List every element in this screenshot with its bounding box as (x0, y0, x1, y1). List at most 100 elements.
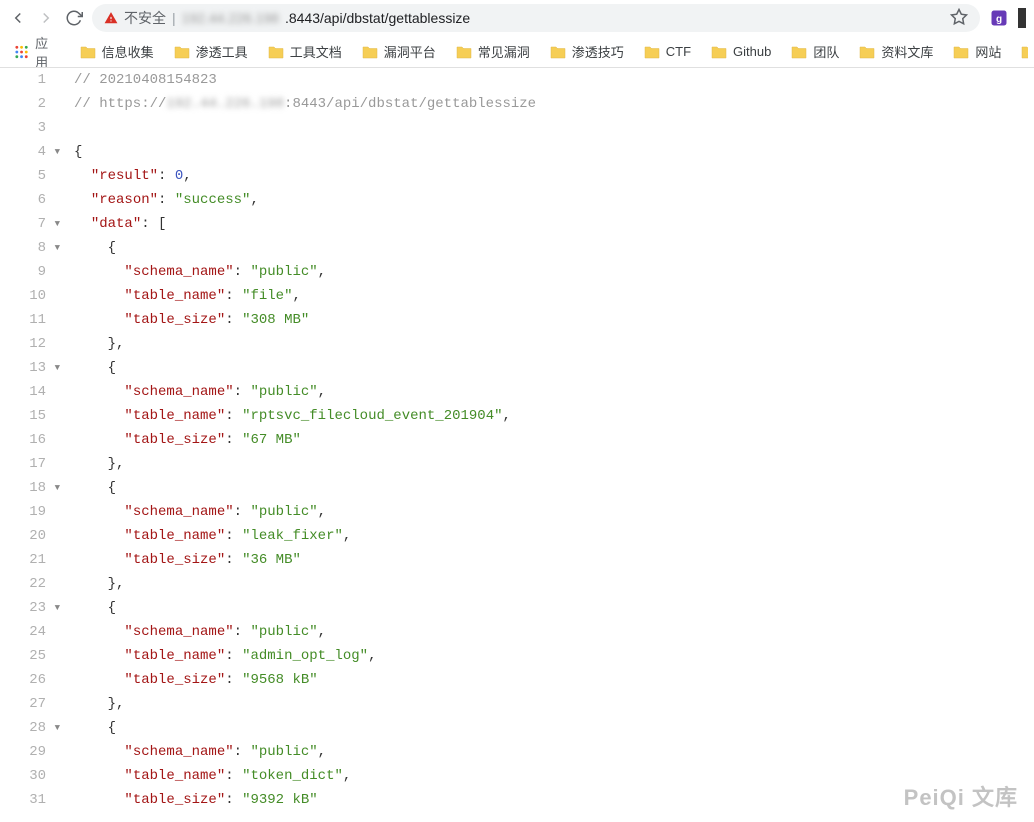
extension-icon[interactable]: g (988, 7, 1010, 29)
folder-icon (791, 45, 807, 59)
svg-text:g: g (996, 14, 1002, 25)
code-line: { (74, 596, 1034, 620)
code-line: "table_size": "9392 kB" (74, 788, 1034, 812)
bookmark-folder[interactable]: Github (703, 38, 779, 65)
apps-button[interactable]: 应用 (6, 36, 68, 68)
folder-icon (550, 45, 566, 59)
bookmark-folder[interactable]: 资料文库 (851, 38, 941, 65)
bookmark-label: 工具文档 (290, 42, 342, 61)
bookmark-label: 信息收集 (102, 42, 154, 61)
fold-toggle-icon[interactable]: ▼ (50, 476, 60, 500)
bookmark-folder[interactable]: CTF (636, 38, 699, 65)
bookmark-label: 资料文库 (881, 42, 933, 61)
line-number: 2 (0, 92, 60, 116)
bookmark-label: 漏洞平台 (384, 42, 436, 61)
back-button[interactable] (8, 8, 28, 28)
code-line: }, (74, 572, 1034, 596)
forward-button[interactable] (36, 8, 56, 28)
code-line: "table_name": "rptsvc_filecloud_event_20… (74, 404, 1034, 428)
line-number: 6 (0, 188, 60, 212)
bookmark-folder[interactable]: 漏洞平台 (354, 38, 444, 65)
line-number: 18▼ (0, 476, 60, 500)
code-content[interactable]: // 20210408154823// https://192.44.226.1… (64, 68, 1034, 812)
line-number: 11 (0, 308, 60, 332)
address-bar[interactable]: 不安全 | 192.44.226.198.8443/api/dbstat/get… (92, 4, 980, 32)
line-number: 12 (0, 332, 60, 356)
line-number: 4▼ (0, 140, 60, 164)
fold-toggle-icon[interactable]: ▼ (50, 140, 60, 164)
reload-button[interactable] (64, 8, 84, 28)
bookmark-label: 渗透技巧 (572, 42, 624, 61)
line-number: 22 (0, 572, 60, 596)
fold-toggle-icon[interactable]: ▼ (50, 356, 60, 380)
folder-icon (268, 45, 284, 59)
line-number: 24 (0, 620, 60, 644)
fold-toggle-icon[interactable]: ▼ (50, 596, 60, 620)
code-line: "table_name": "token_dict", (74, 764, 1034, 788)
bookmark-folder[interactable]: 渗透技巧 (542, 38, 632, 65)
url-host-blurred: 192.44.226.198 (182, 10, 279, 26)
line-number: 27 (0, 692, 60, 716)
fold-toggle-icon[interactable]: ▼ (50, 212, 60, 236)
code-line: "table_size": "9568 kB" (74, 668, 1034, 692)
code-line: "table_name": "admin_opt_log", (74, 644, 1034, 668)
line-number: 25 (0, 644, 60, 668)
fold-toggle-icon[interactable]: ▼ (50, 236, 60, 260)
bookmark-folder[interactable]: 网站 (945, 38, 1009, 65)
bookmark-folder[interactable]: 渗透工具 (166, 38, 256, 65)
line-number: 21 (0, 548, 60, 572)
code-line: "result": 0, (74, 164, 1034, 188)
code-line: "data": [ (74, 212, 1034, 236)
bookmark-label: 常见漏洞 (478, 42, 530, 61)
folder-icon (1021, 45, 1028, 59)
bookmark-star-icon[interactable] (950, 8, 968, 29)
code-line: "schema_name": "public", (74, 260, 1034, 284)
line-number: 7▼ (0, 212, 60, 236)
insecure-icon (104, 11, 118, 25)
line-number: 19 (0, 500, 60, 524)
code-line: "schema_name": "public", (74, 500, 1034, 524)
bookmark-folder[interactable]: 工具文档 (260, 38, 350, 65)
code-line: // https://192.44.226.198:8443/api/dbsta… (74, 92, 1034, 116)
line-number: 23▼ (0, 596, 60, 620)
bookmark-folder[interactable]: 常见漏洞 (448, 38, 538, 65)
bookmark-label: 渗透工具 (196, 42, 248, 61)
line-number: 29 (0, 740, 60, 764)
folder-icon (362, 45, 378, 59)
line-number: 31 (0, 788, 60, 812)
line-number: 15 (0, 404, 60, 428)
browser-nav-bar: 不安全 | 192.44.226.198.8443/api/dbstat/get… (0, 0, 1034, 36)
bookmark-label: CTF (666, 44, 691, 59)
folder-icon (711, 45, 727, 59)
code-viewer: 1234▼567▼8▼910111213▼1415161718▼19202122… (0, 68, 1034, 812)
code-line: "table_name": "leak_fixer", (74, 524, 1034, 548)
line-number: 14 (0, 380, 60, 404)
line-number: 1 (0, 68, 60, 92)
code-line: "schema_name": "public", (74, 620, 1034, 644)
fold-toggle-icon[interactable]: ▼ (50, 716, 60, 740)
line-number: 9 (0, 260, 60, 284)
line-number: 26 (0, 668, 60, 692)
code-line: "schema_name": "public", (74, 380, 1034, 404)
line-number: 8▼ (0, 236, 60, 260)
line-number: 28▼ (0, 716, 60, 740)
code-line: "table_size": "67 MB" (74, 428, 1034, 452)
bookmark-folder[interactable]: 团队 (783, 38, 847, 65)
code-line: "table_name": "file", (74, 284, 1034, 308)
code-line: { (74, 716, 1034, 740)
folder-icon (80, 45, 96, 59)
line-number: 16 (0, 428, 60, 452)
bookmark-folder[interactable]: 编程 (1013, 38, 1028, 65)
line-number: 17 (0, 452, 60, 476)
extension-icon-2[interactable] (1018, 7, 1026, 29)
code-line: "table_size": "36 MB" (74, 548, 1034, 572)
bookmark-label: 网站 (975, 42, 1001, 61)
bookmark-folder[interactable]: 信息收集 (72, 38, 162, 65)
code-line: // 20210408154823 (74, 68, 1034, 92)
line-number: 20 (0, 524, 60, 548)
folder-icon (644, 45, 660, 59)
folder-icon (859, 45, 875, 59)
insecure-label: 不安全 (124, 8, 166, 28)
apps-label: 应用 (35, 36, 60, 68)
url-divider: | (172, 10, 176, 26)
